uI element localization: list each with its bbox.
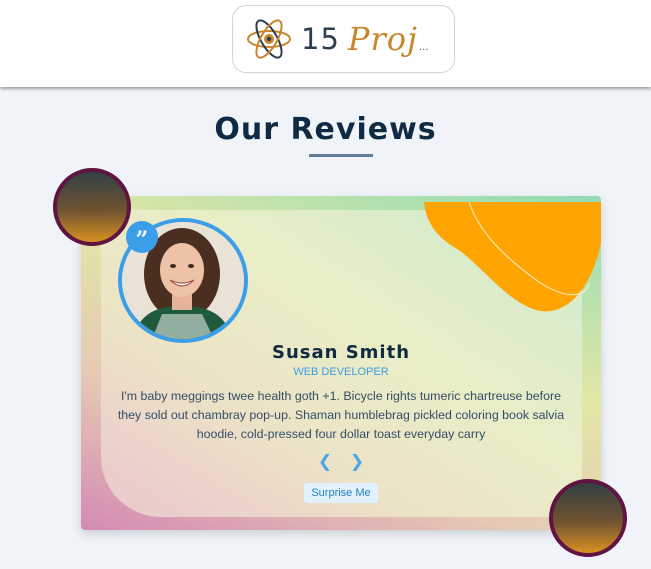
review-card: ” Susan Smith web developer I'm baby meg… bbox=[81, 196, 601, 530]
atom-icon bbox=[247, 19, 291, 59]
decorative-circle-bottom-right bbox=[549, 479, 627, 557]
surprise-me-button[interactable]: Surprise Me bbox=[304, 483, 378, 503]
chevron-left-icon[interactable]: ❮ bbox=[315, 452, 335, 472]
title-underline bbox=[309, 154, 373, 157]
orange-blob-decoration bbox=[424, 202, 601, 312]
reviewer-name: Susan Smith bbox=[271, 342, 411, 363]
logo-number: 15 bbox=[301, 22, 340, 56]
decorative-circle-top-left bbox=[53, 168, 131, 246]
logo[interactable]: 15 Proj ... bbox=[232, 5, 455, 73]
review-text: I'm baby meggings twee health goth +1. B… bbox=[117, 389, 565, 441]
reviewer-job: web developer bbox=[293, 366, 389, 378]
top-navbar: 15 Proj ... bbox=[0, 0, 651, 87]
quote-icon: ” bbox=[126, 221, 158, 253]
logo-word: Proj bbox=[347, 20, 418, 58]
page-title: Our Reviews bbox=[214, 112, 437, 147]
logo-dots: ... bbox=[418, 41, 429, 53]
chevron-right-icon[interactable]: ❯ bbox=[347, 452, 367, 472]
